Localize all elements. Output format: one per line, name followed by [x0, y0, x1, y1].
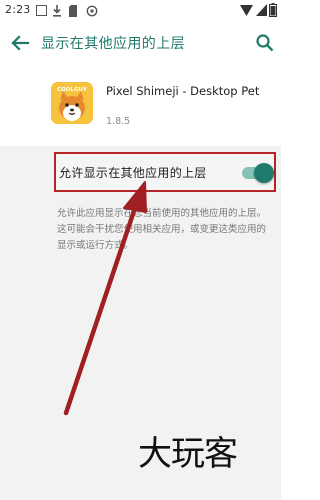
- signal-icon: [256, 4, 267, 16]
- status-bar: 2:23: [0, 0, 281, 22]
- shiba-dog-app-icon: COOLGUY: [51, 82, 93, 124]
- app-version: 1.8.5: [106, 116, 131, 127]
- allow-overlay-toggle[interactable]: [240, 163, 274, 183]
- allow-overlay-setting-row[interactable]: 允许显示在其他应用的上层: [54, 152, 276, 192]
- watermark-logo: 大玩客: [138, 434, 238, 474]
- status-time: 2:23: [5, 3, 31, 16]
- page-title: 显示在其他应用的上层: [41, 36, 185, 52]
- search-icon[interactable]: [253, 31, 277, 55]
- sync-icon: [86, 5, 98, 17]
- battery-icon: [269, 3, 277, 17]
- allow-overlay-label: 允许显示在其他应用的上层: [59, 166, 207, 180]
- app-icon-badge: COOLGUY: [57, 87, 88, 93]
- app-bar: 显示在其他应用的上层: [0, 22, 281, 64]
- arrow-back-icon[interactable]: [8, 31, 32, 55]
- notification-box-icon: [36, 5, 47, 16]
- app-name: Pixel Shimeji - Desktop Pet: [106, 84, 260, 98]
- sd-card-icon: [69, 5, 77, 17]
- wifi-icon: [240, 5, 253, 16]
- download-icon: [53, 5, 61, 17]
- app-header: COOLGUY Pixel Shimeji - Desktop Pet 1.8.…: [0, 64, 281, 146]
- permission-description: 允许此应用显示在您当前使用的其他应用的上层。这可能会干扰您使用相关应用，或变更这…: [57, 208, 267, 251]
- toggle-thumb: [254, 163, 274, 183]
